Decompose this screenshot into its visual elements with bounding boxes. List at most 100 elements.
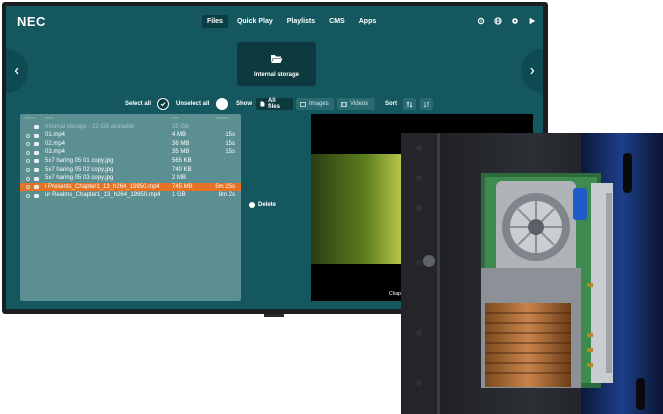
internal-storage-card[interactable]: Internal storage (237, 42, 316, 86)
brand-logo: NEC (17, 14, 46, 29)
file-duration: 15s (225, 132, 235, 139)
monitor-stand (264, 314, 284, 317)
row-checkbox[interactable] (26, 142, 30, 147)
check-icon (160, 102, 166, 107)
filter-videos-label: Videos (350, 101, 369, 107)
image-icon (300, 101, 306, 107)
file-icon (260, 101, 265, 107)
file-size: 35 MB (172, 149, 190, 156)
filter-images[interactable]: Images (296, 98, 334, 110)
sort-descending-button[interactable] (420, 98, 433, 110)
header-name: Name (45, 116, 55, 120)
play-icon[interactable] (527, 16, 536, 25)
header-duration: Duration (216, 116, 230, 120)
image-file-icon (34, 159, 39, 164)
compute-module-photo (401, 133, 663, 414)
row-checkbox[interactable] (26, 193, 30, 198)
main-nav: Files Quick Play Playlists CMS Apps (202, 15, 381, 28)
sort-ascending-icon (406, 101, 413, 107)
row-checkbox[interactable] (26, 185, 30, 190)
file-size: 740 KB (172, 166, 192, 173)
file-name: 5x7 haring 05 03 copy.jpg (45, 175, 114, 182)
file-row[interactable]: Internal storage - 22 GB available 25 GB (20, 123, 241, 131)
show-label: Show (236, 101, 252, 107)
file-name: Internal storage - 22 GB available (45, 123, 135, 130)
folder-open-icon (270, 51, 283, 69)
file-size: 25 GB (172, 123, 190, 130)
image-file-icon (34, 168, 39, 172)
file-row[interactable]: 5x7 haring 05 02 copy.jpg 740 KB (20, 166, 241, 174)
chevron-left-icon (14, 67, 19, 75)
drive-icon (34, 125, 39, 129)
file-row[interactable]: ur Realms_Chapter1_13_h264_19950.mp4 1 GB… (20, 192, 241, 200)
delete-label: Delete (258, 202, 277, 208)
top-icons (476, 16, 536, 25)
row-checkbox[interactable] (26, 133, 30, 138)
header-size: Size (172, 116, 179, 120)
video-file-icon (34, 185, 39, 190)
filter-all-files-label: All files (267, 98, 280, 110)
select-all-button[interactable] (157, 98, 169, 110)
gear-icon[interactable] (476, 16, 485, 25)
file-row[interactable]: 02.mp4 36 MB 15s (20, 140, 241, 148)
filter-images-label: Images (309, 101, 329, 107)
file-size: 2 MB (172, 175, 187, 182)
image-file-icon (34, 176, 39, 181)
file-size: 36 MB (172, 140, 190, 147)
file-size: 565 KB (172, 157, 192, 164)
top-bar: NEC Files Quick Play Playlists CMS Apps (6, 6, 543, 36)
file-name: 5x7 haring 05 01 copy.jpg (45, 157, 114, 164)
file-name: 02.mp4 (45, 140, 66, 147)
header-select: Select (25, 116, 35, 120)
file-duration: 5m 25s (215, 183, 235, 190)
file-name: 01.mp4 (45, 132, 66, 139)
video-file-icon (34, 193, 39, 198)
file-row[interactable]: i Presents_Chapter1_13_h264_19950.mp4 745… (20, 183, 241, 192)
row-checkbox[interactable] (26, 176, 30, 181)
globe-icon[interactable] (493, 16, 502, 25)
file-name: ur Realms_Chapter1_13_h264_19950.mp4 (45, 192, 161, 199)
nav-playlists[interactable]: Playlists (282, 15, 320, 28)
unselect-all-button[interactable] (216, 98, 228, 110)
file-row[interactable]: 5x7 haring 05 01 copy.jpg 565 KB (20, 157, 241, 165)
storage-label: Internal storage (253, 72, 299, 78)
nav-quick-play[interactable]: Quick Play (232, 15, 278, 28)
file-list-panel: Select Name Size Duration Internal stora… (20, 114, 241, 301)
row-checkbox[interactable] (26, 159, 30, 164)
previous-arrow-button[interactable] (6, 49, 28, 93)
sort-ascending-button[interactable] (403, 98, 416, 110)
filter-all-files[interactable]: All files (256, 98, 293, 110)
file-row[interactable]: 5x7 haring 05 03 copy.jpg 2 MB (20, 175, 241, 183)
file-duration: 15s (225, 149, 235, 156)
file-duration: 8m 2s (218, 192, 235, 199)
chevron-right-icon (530, 67, 535, 75)
video-file-icon (34, 133, 39, 138)
file-list-header: Select Name Size Duration (20, 116, 241, 122)
sort-label: Sort (385, 101, 397, 107)
file-name: 03.mp4 (45, 149, 66, 156)
filter-videos[interactable]: Videos (337, 98, 375, 110)
file-size: 4 MB (172, 132, 187, 139)
select-all-label: Select all (125, 101, 152, 107)
nav-cms[interactable]: CMS (324, 15, 350, 28)
nav-apps[interactable]: Apps (354, 15, 382, 28)
sort-descending-icon (423, 101, 430, 107)
file-duration: 15s (225, 140, 235, 147)
file-size: 1 GB (172, 192, 186, 199)
delete-icon (249, 202, 255, 208)
nav-files[interactable]: Files (202, 15, 228, 28)
row-checkbox[interactable] (26, 168, 30, 172)
video-file-icon (34, 150, 39, 155)
row-checkbox[interactable] (26, 150, 30, 155)
file-row[interactable]: 03.mp4 35 MB 15s (20, 149, 241, 157)
video-file-icon (34, 142, 39, 147)
delete-button[interactable]: Delete (249, 202, 276, 208)
settings-icon[interactable] (510, 16, 519, 25)
file-size: 745 MB (172, 183, 193, 190)
file-row[interactable]: 01.mp4 4 MB 15s (20, 132, 241, 140)
unselect-all-label: Unselect all (176, 101, 210, 107)
file-name: i Presents_Chapter1_13_h264_19950.mp4 (45, 183, 160, 190)
film-icon (341, 101, 347, 107)
next-arrow-button[interactable] (521, 49, 543, 93)
file-name: 5x7 haring 05 02 copy.jpg (45, 166, 114, 173)
